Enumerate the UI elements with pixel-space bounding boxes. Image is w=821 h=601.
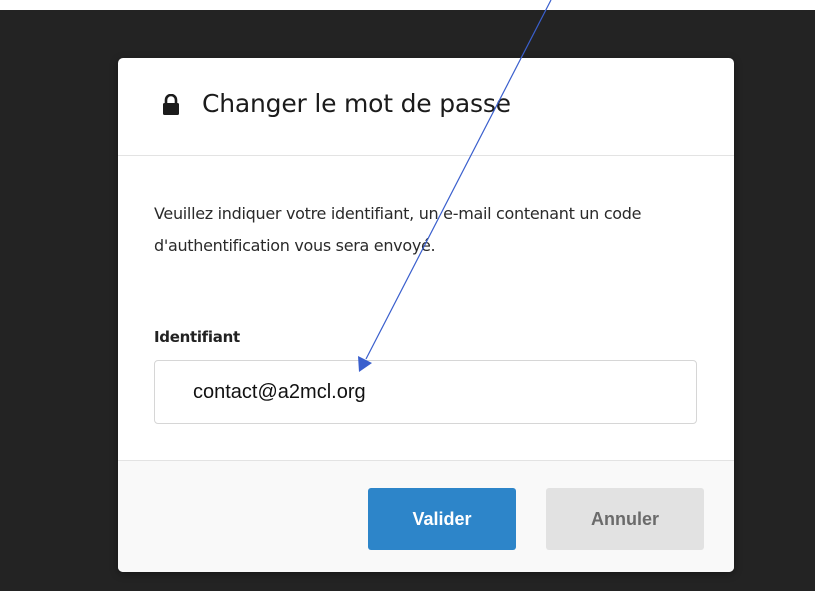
identifier-input[interactable] xyxy=(154,360,697,424)
submit-button[interactable]: Valider xyxy=(368,488,516,550)
dialog-body: Veuillez indiquer votre identifiant, un … xyxy=(118,156,734,460)
identifier-label: Identifiant xyxy=(154,328,240,346)
dialog-title: Changer le mot de passe xyxy=(202,89,511,118)
cancel-button[interactable]: Annuler xyxy=(546,488,704,550)
dialog-description: Veuillez indiquer votre identifiant, un … xyxy=(154,204,642,255)
lock-icon xyxy=(162,93,180,116)
dialog-footer: Valider Annuler xyxy=(118,460,734,572)
dialog-header: Changer le mot de passe xyxy=(118,58,734,156)
change-password-dialog: Changer le mot de passe Veuillez indique… xyxy=(118,58,734,572)
